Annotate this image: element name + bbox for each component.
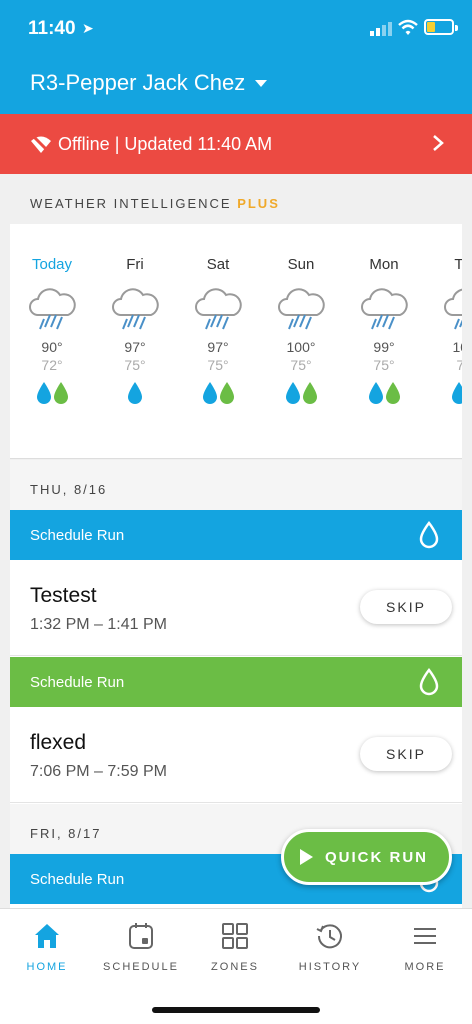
schedule-entry[interactable]: flexed 7:06 PM – 7:59 PM SKIP (10, 707, 462, 803)
forecast-day[interactable]: Today 90° 72° (10, 224, 94, 458)
skip-button[interactable]: SKIP (360, 590, 452, 624)
weather-forecast[interactable]: Today 90° 72° Fri 97° 75° Sat 97° 75° Sun 100° 75° M… (10, 224, 462, 459)
home-icon (35, 924, 59, 948)
grid-icon (222, 923, 248, 949)
battery-icon (424, 19, 458, 35)
schedule-name: Testest (30, 584, 97, 607)
temp-low: 75° (290, 357, 312, 373)
temp-low: 75° (425, 357, 462, 373)
temp-low: 72° (41, 357, 63, 373)
water-indicator (10, 381, 94, 407)
forecast-day[interactable]: Mon 99° 75° (342, 224, 426, 458)
history-icon (316, 924, 342, 949)
rain-cloud-icon (29, 288, 76, 330)
temp-high: 97° (124, 339, 146, 355)
schedule-run-bar[interactable]: Schedule Run (10, 657, 462, 707)
water-drop-icon (451, 382, 462, 404)
controller-name: R3-Pepper Jack Chez (30, 70, 246, 95)
water-drop-icon (419, 668, 439, 696)
schedule-time: 7:06 PM – 7:59 PM (30, 763, 167, 780)
schedule-run-label: Schedule Run (30, 673, 125, 691)
water-drop-icon (302, 382, 317, 404)
skip-button[interactable]: SKIP (360, 737, 452, 771)
tab-label: ZONES (211, 961, 259, 973)
forecast-day[interactable]: Sat 97° 75° (176, 224, 260, 458)
tab-label: HOME (26, 961, 68, 973)
menu-icon (414, 928, 436, 944)
forecast-day[interactable]: Fri 97° 75° (93, 224, 177, 458)
tab-schedule[interactable]: SCHEDULE (96, 921, 186, 973)
plus-badge: PLUS (237, 196, 280, 211)
weather-title-text: WEATHER INTELLIGENCE (30, 196, 232, 211)
schedule-run-label: Schedule Run (30, 870, 125, 888)
day-name: Tue (425, 256, 462, 273)
water-drop-icon (285, 382, 300, 404)
temp-high: 97° (207, 339, 229, 355)
play-icon (300, 849, 313, 865)
schedule-entry[interactable]: Testest 1:32 PM – 1:41 PM SKIP (10, 560, 462, 656)
wifi-icon (398, 19, 418, 35)
tab-label: SCHEDULE (103, 961, 179, 973)
home-indicator (152, 1007, 320, 1013)
water-drop-icon (368, 382, 383, 404)
temp-high: 99° (373, 339, 395, 355)
temp-high: 90° (41, 339, 63, 355)
forecast-day[interactable]: Sun 100° 75° (259, 224, 343, 458)
day-name: Sun (287, 256, 315, 273)
app-header: 11:40 ➤ R3-Pepper Jack Chez (0, 0, 472, 114)
location-icon: ➤ (82, 20, 94, 36)
temp-low: 75° (207, 357, 229, 373)
chevron-down-icon (255, 79, 268, 87)
day-name: Fri (126, 256, 144, 273)
offline-banner[interactable]: Offline | Updated 11:40 AM (0, 114, 472, 174)
schedule-run-label: Schedule Run (30, 526, 125, 544)
tab-history[interactable]: HISTORY (285, 921, 375, 973)
wifi-off-icon (31, 134, 51, 154)
rain-cloud-icon (112, 288, 159, 330)
temp-low: 75° (124, 357, 146, 373)
temp-low: 75° (373, 357, 395, 373)
forecast-day[interactable]: Tue 100° 75° (425, 224, 462, 458)
rain-cloud-icon (195, 288, 242, 330)
schedule-run-bar[interactable]: Schedule Run (10, 510, 462, 560)
day-name: Mon (369, 256, 399, 273)
water-indicator (342, 381, 426, 407)
quick-run-label: QUICK RUN (325, 848, 428, 866)
water-drop-icon (53, 382, 68, 404)
water-indicator (93, 381, 177, 407)
tab-home[interactable]: HOME (2, 921, 92, 973)
water-drop-icon (385, 382, 400, 404)
rain-cloud-icon (361, 288, 408, 330)
offline-status-text: Offline | Updated 11:40 AM (58, 133, 273, 154)
water-drop-icon (36, 382, 51, 404)
day-name: Today (31, 256, 73, 273)
temp-high: 100° (452, 339, 462, 355)
weather-section-title: WEATHER INTELLIGENCE PLUS (30, 196, 280, 211)
temp-high: 100° (286, 339, 316, 355)
controller-selector[interactable]: R3-Pepper Jack Chez (30, 70, 268, 96)
water-indicator (425, 381, 462, 407)
tab-label: HISTORY (298, 961, 362, 973)
water-drop-icon (202, 382, 217, 404)
tab-more[interactable]: MORE (380, 921, 470, 973)
signal-icon (370, 22, 392, 36)
quick-run-button[interactable]: QUICK RUN (281, 829, 452, 885)
date-label: FRI, 8/17 (30, 826, 102, 841)
rain-cloud-icon (278, 288, 325, 330)
date-label: THU, 8/16 (30, 482, 108, 497)
schedule-name: flexed (30, 731, 87, 754)
water-drop-icon (219, 382, 234, 404)
tab-label: MORE (404, 961, 446, 973)
rain-cloud-icon (444, 288, 462, 330)
water-indicator (259, 381, 343, 407)
schedule-time: 1:32 PM – 1:41 PM (30, 616, 167, 633)
calendar-icon (129, 923, 153, 949)
tab-zones[interactable]: ZONES (190, 921, 280, 973)
water-indicator (176, 381, 260, 407)
chevron-right-icon (433, 135, 444, 151)
water-drop-icon (419, 521, 439, 549)
status-time: 11:40 (28, 18, 76, 39)
water-drop-icon (128, 382, 142, 404)
day-name: Sat (206, 256, 230, 273)
